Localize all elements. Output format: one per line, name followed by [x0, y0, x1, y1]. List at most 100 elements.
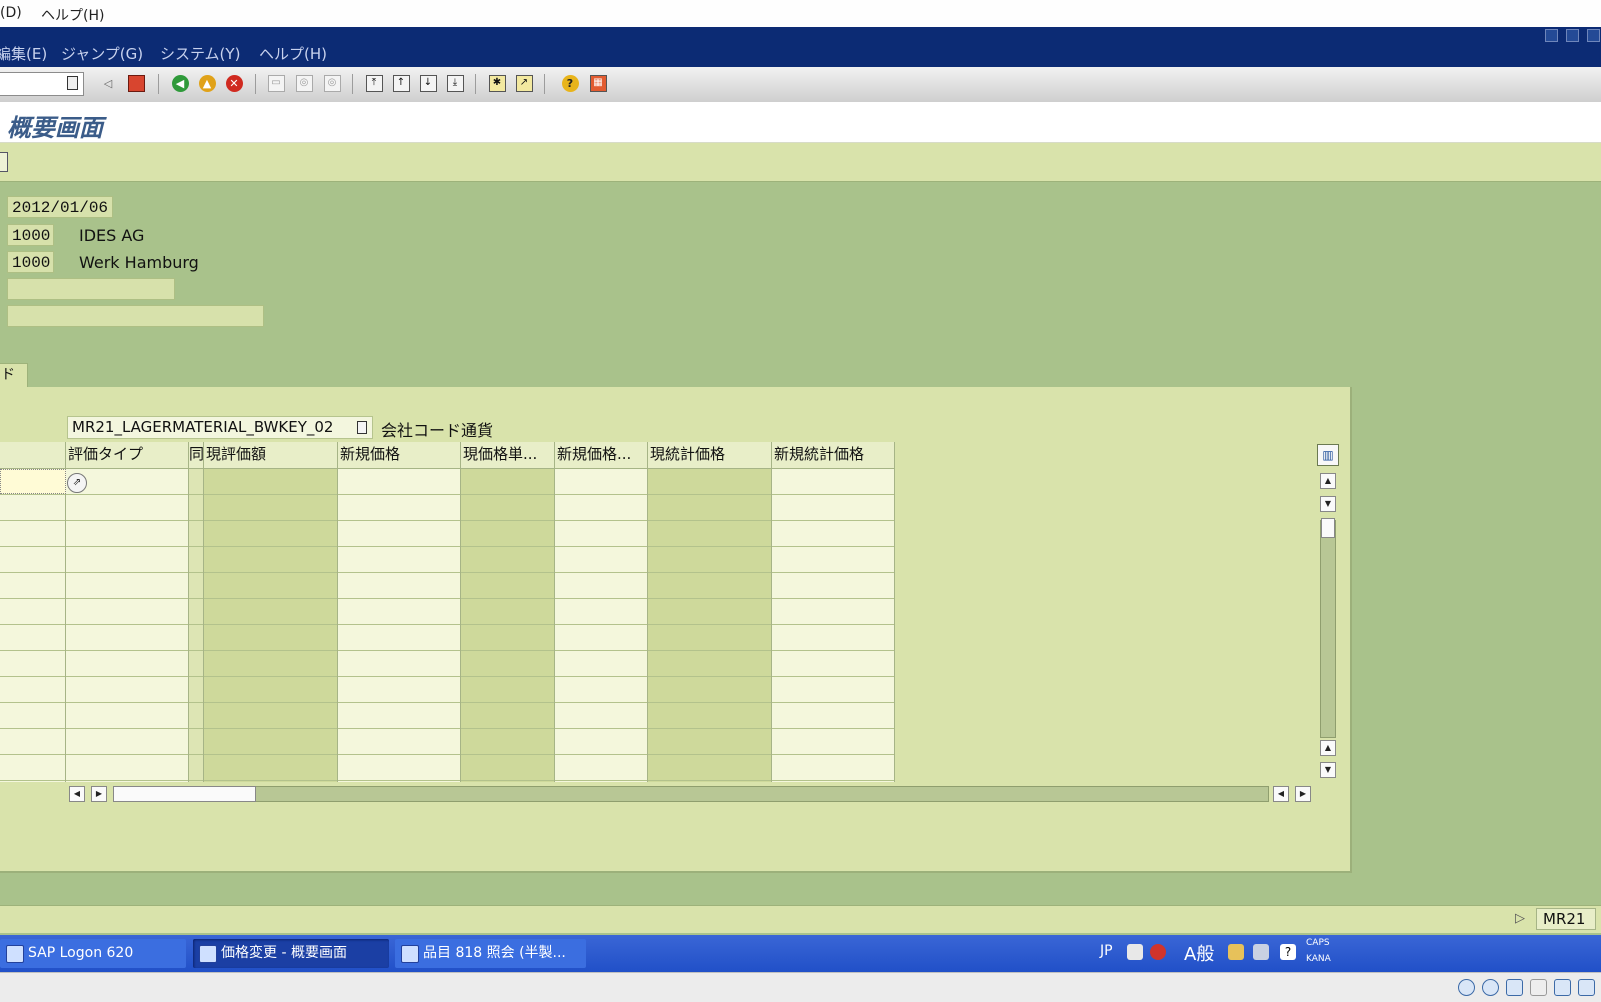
back-nav-icon[interactable]: ◁ — [98, 73, 118, 93]
scroll-far-right-icon[interactable]: ▶ — [1295, 786, 1311, 802]
language-indicator[interactable]: JP — [1100, 943, 1113, 959]
print-icon[interactable]: ▭ — [266, 73, 286, 93]
exit-icon[interactable]: ▲ — [197, 73, 217, 93]
minimize-icon[interactable] — [1545, 29, 1558, 42]
window-icon[interactable] — [1554, 979, 1571, 996]
sap-window-icon — [199, 945, 217, 963]
scroll-left-icon[interactable]: ◀ — [69, 786, 85, 802]
task-price-change[interactable]: 価格変更 - 概要画面 — [193, 939, 389, 968]
caps-indicator: CAPS — [1306, 938, 1330, 948]
next-page-icon[interactable]: ↓ — [418, 73, 438, 93]
first-page-icon[interactable]: ⤒ — [364, 73, 384, 93]
layout-field[interactable]: MR21_LAGERMATERIAL_BWKEY_02 — [67, 416, 373, 439]
ime-mode-indicator[interactable]: A般 — [1184, 940, 1214, 966]
cancel-icon[interactable]: ✕ — [224, 73, 244, 93]
back-icon[interactable]: ◀ — [170, 73, 190, 93]
table-column-current-statistical-price — [648, 469, 772, 782]
restore-icon[interactable] — [1566, 29, 1579, 42]
find-next-icon[interactable]: ◎ — [322, 73, 342, 93]
ime-help-icon[interactable]: ? — [1280, 944, 1296, 960]
scroll-up-icon[interactable]: ▲ — [1320, 473, 1336, 489]
column-header-current-valuation[interactable]: 現評価額 — [204, 442, 338, 469]
table-column-key[interactable] — [0, 469, 66, 782]
keyboard-icon[interactable] — [1127, 944, 1143, 960]
layout-value: MR21_LAGERMATERIAL_BWKEY_02 — [72, 418, 334, 436]
scroll-down-icon[interactable]: ▼ — [1320, 496, 1336, 512]
monitor-icon[interactable] — [1578, 979, 1595, 996]
sap-window-icon — [401, 945, 419, 963]
input-field-4[interactable] — [7, 278, 175, 300]
customize-layout-icon[interactable]: ▦ — [588, 73, 608, 93]
menu-item-goto[interactable]: ジャンプ(G) — [61, 43, 143, 64]
scroll-page-down-icon[interactable]: ▼ — [1320, 762, 1336, 778]
scroll-right-icon[interactable]: ▶ — [91, 786, 107, 802]
column-header-key[interactable] — [0, 442, 66, 469]
app-toolbar-button[interactable] — [0, 152, 8, 172]
column-header-valuation-type[interactable]: 評価タイプ — [66, 442, 189, 469]
pen-icon[interactable] — [1530, 979, 1547, 996]
scroll-page-up-icon[interactable]: ▲ — [1320, 740, 1336, 756]
help-icon[interactable]: ? — [560, 73, 580, 93]
toolbar-separator — [255, 74, 256, 94]
column-header-new-price[interactable]: 新規価格 — [338, 442, 461, 469]
horizontal-scroll-thumb[interactable] — [113, 786, 256, 802]
ime-icon[interactable] — [1150, 944, 1166, 960]
company-code-field[interactable]: 1000 — [7, 224, 54, 246]
ime-tools-icon[interactable] — [1228, 944, 1244, 960]
table-column-valuation-type[interactable] — [66, 469, 189, 782]
transaction-code[interactable]: MR21 — [1536, 908, 1596, 930]
posting-date-field[interactable]: 2012/01/06 — [7, 196, 113, 218]
scroll-far-left-icon[interactable]: ◀ — [1273, 786, 1289, 802]
network-icon[interactable] — [1458, 979, 1475, 996]
shortcut-icon[interactable]: ↗ — [514, 73, 534, 93]
table-column-new-price-unit[interactable] — [555, 469, 648, 782]
menu-item-system[interactable]: システム(Y) — [160, 43, 240, 64]
plant-code-field[interactable]: 1000 — [7, 251, 54, 273]
previous-page-icon[interactable]: ↑ — [391, 73, 411, 93]
table-column-new-price[interactable] — [338, 469, 461, 782]
column-header-current-statistical-price[interactable]: 現統計価格 — [648, 442, 772, 469]
vertical-scroll-thumb[interactable] — [1321, 518, 1335, 538]
status-bar: ▷ MR21 — [0, 905, 1601, 933]
save-icon[interactable] — [126, 73, 146, 93]
status-expand-icon[interactable]: ▷ — [1515, 911, 1525, 926]
new-session-icon[interactable]: ✱ — [487, 73, 507, 93]
display-icon[interactable] — [1506, 979, 1523, 996]
horizontal-scrollbar[interactable] — [113, 786, 1269, 802]
toolbar-separator — [352, 74, 353, 94]
menu-item-edit[interactable]: 編集(E) — [0, 43, 47, 64]
task-sap-logon[interactable]: SAP Logon 620 — [0, 939, 186, 968]
table-column-new-statistical-price[interactable] — [772, 469, 895, 782]
menu-item-outer-1[interactable]: (D) — [0, 5, 22, 21]
column-header-current-price-unit[interactable]: 現価格単... — [461, 442, 555, 469]
column-header-narrow[interactable]: 同 — [189, 442, 204, 469]
menu-item-help[interactable]: ヘルプ(H) — [259, 43, 327, 64]
outer-menu-bar: (D) ヘルプ(H) — [0, 0, 1601, 28]
layout-dropdown-icon[interactable] — [357, 421, 367, 434]
close-window-icon[interactable] — [1587, 29, 1600, 42]
column-header-new-price-unit[interactable]: 新規価格... — [555, 442, 648, 469]
find-icon[interactable]: ◎ — [294, 73, 314, 93]
table-column-narrow[interactable] — [189, 469, 204, 782]
table-column-current-valuation — [204, 469, 338, 782]
command-dropdown-icon[interactable] — [67, 76, 78, 90]
menu-item-outer-help[interactable]: ヘルプ(H) — [41, 5, 104, 25]
last-page-icon[interactable]: ⤓ — [445, 73, 465, 93]
input-field-5[interactable] — [7, 305, 264, 327]
column-config-icon[interactable]: ▥ — [1317, 444, 1339, 466]
tab-company-code[interactable]: ド — [0, 363, 28, 387]
column-header-new-statistical-price[interactable]: 新規統計価格 — [772, 442, 895, 469]
price-change-table: 評価タイプ 同 現評価額 新規価格 現価格単... 新規価格... 現統計価格 … — [0, 442, 895, 782]
command-field[interactable] — [0, 72, 84, 96]
selected-cell[interactable] — [0, 469, 66, 494]
task-label: 価格変更 - 概要画面 — [221, 945, 347, 961]
cd-drive-icon[interactable] — [1482, 979, 1499, 996]
dictionary-icon[interactable] — [1253, 944, 1269, 960]
sap-logon-icon — [6, 945, 24, 963]
table-column-current-price-unit — [461, 469, 555, 782]
vertical-scrollbar[interactable] — [1320, 520, 1336, 738]
task-material-display[interactable]: 品目 818 照会 (半製... — [395, 939, 586, 968]
windows-taskbar: SAP Logon 620 価格変更 - 概要画面 品目 818 照会 (半製.… — [0, 935, 1601, 972]
standard-toolbar: ◁ ◀ ▲ ✕ ▭ ◎ ◎ ⤒ ↑ ↓ ⤓ ✱ ↗ ? ▦ — [0, 67, 1601, 103]
value-help-icon[interactable]: ⇗ — [67, 473, 87, 493]
